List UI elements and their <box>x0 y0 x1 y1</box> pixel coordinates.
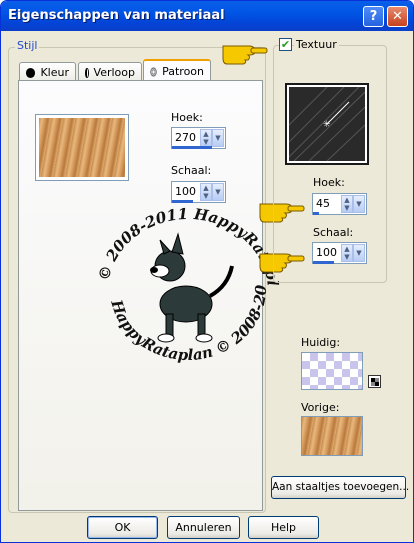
texture-angle-dropdown-icon[interactable]: ▼ <box>353 195 365 213</box>
add-to-swatches-button[interactable]: Aan staaltjes toevoegen... <box>271 476 409 499</box>
tab-patroon-label: Patroon <box>162 65 204 78</box>
pattern-angle-dropdown-icon[interactable]: ▼ <box>212 129 224 147</box>
ok-button[interactable]: OK <box>87 516 158 539</box>
tab-kleur[interactable]: Kleur <box>19 62 76 82</box>
texture-angle-label: Hoek: <box>313 176 345 189</box>
window-title: Eigenschappen van materiaal <box>8 8 225 23</box>
texture-angle-value: 45 <box>316 197 330 210</box>
texture-scale-stepper[interactable]: 100 ▲ ▼ ▼ <box>312 242 367 264</box>
texture-checkbox-label: Textuur <box>294 38 339 51</box>
texture-angle-stepper[interactable]: 45 ▲ ▼ ▼ <box>312 193 367 215</box>
watermark-logo: © 2008-2011 HappyRataplan HappyRataplan … <box>86 196 282 364</box>
svg-text:✳: ✳ <box>323 120 331 130</box>
dog-illustration <box>150 232 234 343</box>
pattern-preview <box>39 118 125 177</box>
title-bar[interactable]: Eigenschappen van materiaal ? ✕ <box>1 1 413 31</box>
black-circle-icon <box>26 67 36 78</box>
texture-preview-frame[interactable]: ✳ <box>285 83 369 165</box>
texture-scale-spin-icon[interactable]: ▲ ▼ <box>341 244 353 262</box>
tab-verloop-label: Verloop <box>93 66 135 79</box>
pattern-angle-spin-icon[interactable]: ▲ ▼ <box>200 129 212 147</box>
tab-verloop[interactable]: Verloop <box>78 62 142 82</box>
close-button[interactable]: ✕ <box>387 6 408 27</box>
previous-label: Vorige: <box>301 401 340 414</box>
texture-checkbox[interactable]: ✔ <box>279 38 292 51</box>
tab-kleur-label: Kleur <box>40 66 69 79</box>
pointer-hand-icon <box>222 45 268 65</box>
pattern-angle-stepper[interactable]: 270 ▲ ▼ ▼ <box>171 127 226 149</box>
pattern-scale-label: Schaal: <box>171 164 212 177</box>
half-circle-icon <box>85 67 89 78</box>
dialog-window: Eigenschappen van materiaal ? ✕ Stijl Kl… <box>0 0 414 543</box>
texture-scale-value: 100 <box>316 246 337 259</box>
texture-preview: ✳ <box>289 87 365 161</box>
pattern-angle-value: 270 <box>175 131 196 144</box>
pattern-angle-label: Hoek: <box>171 111 203 124</box>
watermark-text-top: © 2008-2011 HappyRataplan <box>86 196 282 287</box>
texture-scale-dropdown-icon[interactable]: ▼ <box>353 244 365 262</box>
tab-patroon[interactable]: Patroon <box>143 59 211 82</box>
texture-scale-label: Schaal: <box>313 226 354 239</box>
texture-angle-spin-icon[interactable]: ▲ ▼ <box>341 195 353 213</box>
cancel-button[interactable]: Annuleren <box>167 516 240 539</box>
texture-scale-level <box>313 261 335 264</box>
current-label: Huidig: <box>301 336 341 349</box>
pattern-icon <box>150 66 158 77</box>
previous-swatch[interactable] <box>301 416 363 456</box>
help-title-button[interactable]: ? <box>363 6 384 27</box>
swap-icon[interactable] <box>368 375 381 388</box>
help-button[interactable]: Help <box>248 516 319 539</box>
style-group-label: Stijl <box>15 39 40 52</box>
current-swatch[interactable] <box>301 352 363 390</box>
pattern-preview-frame[interactable] <box>35 114 129 181</box>
pattern-angle-level <box>172 146 212 149</box>
texture-angle-level <box>313 212 320 215</box>
